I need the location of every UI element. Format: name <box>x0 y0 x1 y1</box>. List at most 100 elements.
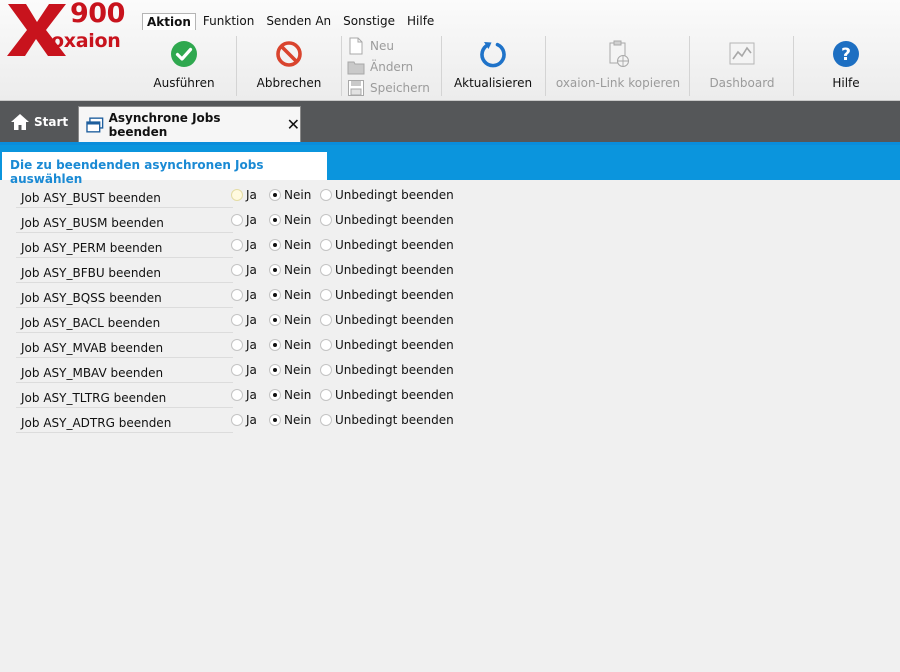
radio-nein[interactable] <box>269 189 281 201</box>
save-label: Speichern <box>370 80 430 95</box>
job-row: Job ASY_BUST beenden Ja Nein Unbedingt b… <box>0 186 900 211</box>
option-ja[interactable]: Ja <box>231 338 257 352</box>
option-nein[interactable]: Nein <box>269 263 311 277</box>
option-nein[interactable]: Nein <box>269 313 311 327</box>
radio-nein[interactable] <box>269 289 281 301</box>
refresh-button[interactable]: Aktualisieren <box>450 33 536 99</box>
option-nein[interactable]: Nein <box>269 288 311 302</box>
radio-nein[interactable] <box>269 264 281 276</box>
close-tab-icon[interactable]: ✕ <box>287 116 300 133</box>
menu-senden-an[interactable]: Senden An <box>261 13 336 29</box>
option-unbedingt[interactable]: Unbedingt beenden <box>320 338 454 352</box>
menu-sonstige[interactable]: Sonstige <box>338 13 400 29</box>
record-actions: Neu Ändern Speichern <box>347 35 437 98</box>
radio-unbedingt[interactable] <box>320 314 332 326</box>
radio-ja[interactable] <box>231 214 243 226</box>
option-nein-label: Nein <box>284 238 312 252</box>
radio-nein[interactable] <box>269 389 281 401</box>
new-button[interactable]: Neu <box>347 35 437 56</box>
checkmark-icon <box>171 41 197 67</box>
radio-ja[interactable] <box>231 189 243 201</box>
radio-unbedingt[interactable] <box>320 364 332 376</box>
change-label: Ändern <box>370 59 414 74</box>
option-nein[interactable]: Nein <box>269 213 311 227</box>
radio-unbedingt[interactable] <box>320 414 332 426</box>
menu-funktion[interactable]: Funktion <box>198 13 259 29</box>
toolbar-separator <box>689 36 690 96</box>
radio-unbedingt[interactable] <box>320 214 332 226</box>
radio-ja[interactable] <box>231 264 243 276</box>
option-ja[interactable]: Ja <box>231 213 257 227</box>
option-unbedingt[interactable]: Unbedingt beenden <box>320 388 454 402</box>
save-disk-icon <box>348 79 364 96</box>
radio-ja[interactable] <box>231 414 243 426</box>
radio-unbedingt[interactable] <box>320 239 332 251</box>
option-ja[interactable]: Ja <box>231 363 257 377</box>
dashboard-button[interactable]: Dashboard <box>699 33 785 99</box>
radio-unbedingt[interactable] <box>320 189 332 201</box>
option-nein[interactable]: Nein <box>269 238 311 252</box>
option-unbedingt[interactable]: Unbedingt beenden <box>320 238 454 252</box>
radio-nein[interactable] <box>269 339 281 351</box>
job-row: Job ASY_BFBU beenden Ja Nein Unbedingt b… <box>0 261 900 286</box>
option-nein[interactable]: Nein <box>269 188 311 202</box>
radio-ja[interactable] <box>231 364 243 376</box>
radio-unbedingt[interactable] <box>320 289 332 301</box>
job-label: Job ASY_PERM beenden <box>16 236 233 258</box>
option-nein[interactable]: Nein <box>269 413 311 427</box>
option-ja[interactable]: Ja <box>231 288 257 302</box>
option-ja[interactable]: Ja <box>231 263 257 277</box>
option-unbedingt[interactable]: Unbedingt beenden <box>320 188 454 202</box>
help-button[interactable]: ? Hilfe <box>806 33 886 99</box>
execute-button[interactable]: Ausführen <box>142 33 226 99</box>
radio-unbedingt[interactable] <box>320 264 332 276</box>
change-button[interactable]: Ändern <box>347 56 437 77</box>
option-unbedingt[interactable]: Unbedingt beenden <box>320 313 454 327</box>
option-unbedingt[interactable]: Unbedingt beenden <box>320 363 454 377</box>
option-unbedingt[interactable]: Unbedingt beenden <box>320 288 454 302</box>
job-label: Job ASY_BQSS beenden <box>16 286 233 308</box>
option-ja[interactable]: Ja <box>231 413 257 427</box>
job-label: Job ASY_BUST beenden <box>16 186 233 208</box>
radio-nein[interactable] <box>269 364 281 376</box>
option-ja[interactable]: Ja <box>231 188 257 202</box>
cancel-button[interactable]: Abbrechen <box>247 33 331 99</box>
option-nein[interactable]: Nein <box>269 338 311 352</box>
save-button[interactable]: Speichern <box>347 77 437 98</box>
option-unbedingt[interactable]: Unbedingt beenden <box>320 413 454 427</box>
option-unbedingt-label: Unbedingt beenden <box>335 363 454 377</box>
radio-ja[interactable] <box>231 239 243 251</box>
job-label: Job ASY_BACL beenden <box>16 311 233 333</box>
radio-nein[interactable] <box>269 214 281 226</box>
option-nein-label: Nein <box>284 338 312 352</box>
menu-aktion[interactable]: Aktion <box>142 12 196 30</box>
radio-unbedingt[interactable] <box>320 339 332 351</box>
radio-nein[interactable] <box>269 414 281 426</box>
copy-link-button[interactable]: oxaion-Link kopieren <box>552 33 684 99</box>
radio-ja[interactable] <box>231 339 243 351</box>
radio-unbedingt[interactable] <box>320 389 332 401</box>
option-ja[interactable]: Ja <box>231 238 257 252</box>
option-nein-label: Nein <box>284 213 312 227</box>
logo-number: 900 <box>70 0 125 29</box>
job-row: Job ASY_BQSS beenden Ja Nein Unbedingt b… <box>0 286 900 311</box>
option-nein-label: Nein <box>284 188 312 202</box>
option-unbedingt[interactable]: Unbedingt beenden <box>320 213 454 227</box>
tab-active-label: Asynchrone Jobs beenden <box>108 110 221 139</box>
tab-asynchrone-jobs[interactable]: Asynchrone Jobs beenden ✕ <box>78 106 301 142</box>
menu-hilfe[interactable]: Hilfe <box>402 13 439 29</box>
radio-ja[interactable] <box>231 389 243 401</box>
toolbar-separator <box>441 36 442 96</box>
radio-ja[interactable] <box>231 289 243 301</box>
radio-ja[interactable] <box>231 314 243 326</box>
option-ja[interactable]: Ja <box>231 388 257 402</box>
option-ja[interactable]: Ja <box>231 313 257 327</box>
radio-nein[interactable] <box>269 314 281 326</box>
option-unbedingt-label: Unbedingt beenden <box>335 188 454 202</box>
cancel-label: Abbrechen <box>256 76 322 90</box>
option-nein[interactable]: Nein <box>269 363 311 377</box>
radio-nein[interactable] <box>269 239 281 251</box>
tab-start[interactable]: Start <box>0 101 74 142</box>
option-unbedingt[interactable]: Unbedingt beenden <box>320 263 454 277</box>
option-nein[interactable]: Nein <box>269 388 311 402</box>
